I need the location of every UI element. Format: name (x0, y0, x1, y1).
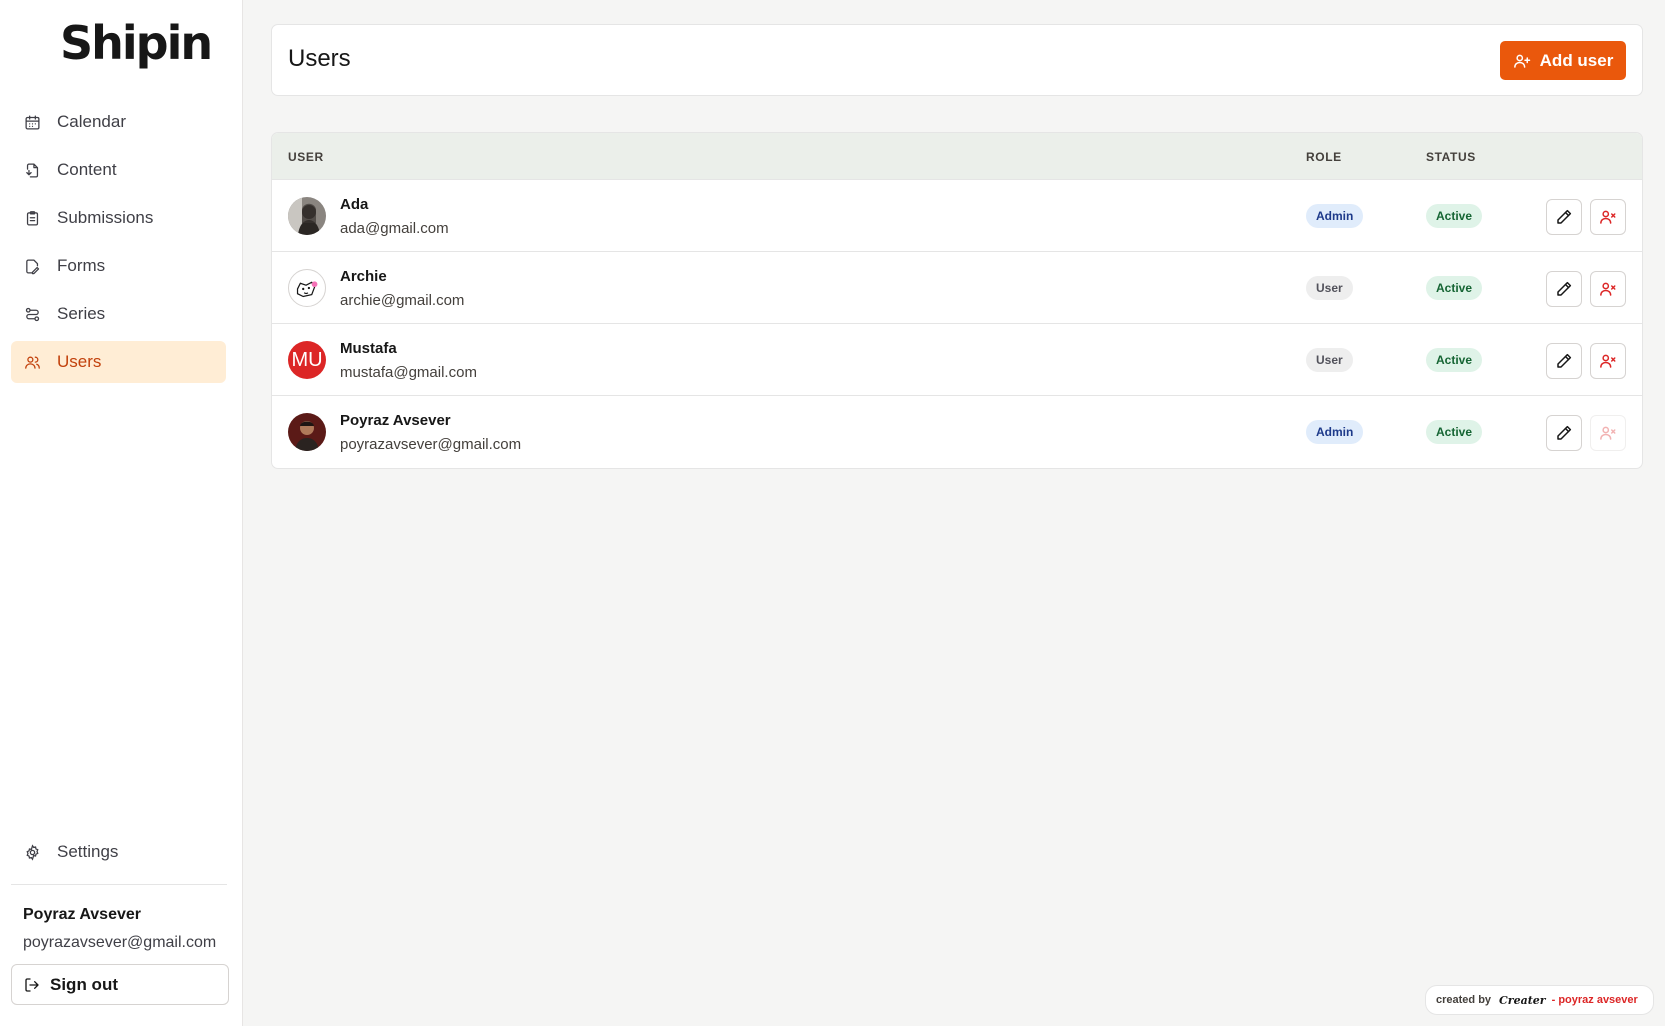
sidebar-item-submissions[interactable]: Submissions (11, 197, 226, 239)
logout-icon (24, 977, 40, 993)
divider (11, 884, 227, 885)
sidebar-item-calendar[interactable]: Calendar (11, 101, 226, 143)
user-email: mustafa@gmail.com (340, 364, 477, 381)
user-x-icon (1600, 354, 1616, 368)
profile-email: poyrazavsever@gmail.com (23, 934, 217, 951)
sidebar-nav: Calendar Content Submissions Forms Serie… (11, 101, 226, 389)
table-row: Archie archie@gmail.com User Active (272, 252, 1642, 324)
avatar (288, 197, 326, 235)
remove-user-button (1590, 415, 1626, 451)
avatar: MU (288, 341, 326, 379)
remove-user-button[interactable] (1590, 199, 1626, 235)
user-email: poyrazavsever@gmail.com (340, 436, 522, 453)
sidebar: Shipin Calendar Content Submissions Form… (0, 0, 243, 1026)
pencil-icon (1557, 353, 1572, 368)
pencil-icon (1557, 281, 1572, 296)
app-logo[interactable]: Shipin (60, 16, 213, 70)
user-name: Poyraz Avsever (340, 412, 451, 429)
table-row: Ada ada@gmail.com Admin Active (272, 180, 1642, 252)
sidebar-item-label: Content (57, 160, 117, 179)
clipboard-icon (23, 209, 41, 227)
status-badge: Active (1426, 348, 1483, 372)
column-header-user: USER (288, 150, 324, 164)
table-row: MU Mustafa mustafa@gmail.com User Active (272, 324, 1642, 396)
user-name: Ada (340, 196, 369, 213)
user-email: ada@gmail.com (340, 220, 449, 237)
sidebar-item-content[interactable]: Content (11, 149, 226, 191)
role-badge: User (1306, 276, 1353, 300)
page-title: Users (288, 45, 351, 72)
file-icon (23, 161, 41, 179)
sidebar-item-settings[interactable]: Settings (11, 831, 226, 873)
user-x-icon (1600, 210, 1616, 224)
status-badge: Active (1426, 276, 1483, 300)
column-header-role: ROLE (1306, 150, 1342, 164)
edit-user-button[interactable] (1546, 199, 1582, 235)
column-header-status: STATUS (1426, 150, 1476, 164)
table-header: USER ROLE STATUS (272, 133, 1642, 180)
role-badge: Admin (1306, 204, 1364, 228)
edit-user-button[interactable] (1546, 415, 1582, 451)
sidebar-item-label: Forms (57, 256, 106, 275)
sidebar-item-label: Settings (57, 842, 119, 861)
sidebar-item-label: Submissions (57, 208, 154, 227)
role-badge: Admin (1306, 420, 1364, 444)
avatar (288, 269, 326, 307)
users-icon (23, 353, 41, 371)
users-table: USER ROLE STATUS Ada ada@gmail.com Admin… (271, 132, 1643, 469)
user-name: Archie (340, 268, 387, 285)
creator-credit-badge[interactable]: created by Creater - poyraz avsever (1425, 985, 1654, 1015)
role-badge: User (1306, 348, 1353, 372)
pencil-icon (1557, 425, 1572, 440)
user-x-icon (1600, 426, 1616, 440)
avatar (288, 413, 326, 451)
user-plus-icon (1513, 52, 1531, 70)
sidebar-item-forms[interactable]: Forms (11, 245, 226, 287)
profile-name: Poyraz Avsever (23, 906, 141, 923)
add-user-button[interactable]: Add user (1500, 41, 1626, 80)
sidebar-item-label: Users (57, 352, 102, 371)
user-name: Mustafa (340, 340, 397, 357)
sign-out-label: Sign out (50, 974, 118, 994)
creator-logo: Creater (1499, 993, 1546, 1007)
sign-out-button[interactable]: Sign out (11, 964, 229, 1005)
user-x-icon (1600, 282, 1616, 296)
calendar-icon (23, 113, 41, 131)
status-badge: Active (1426, 420, 1483, 444)
remove-user-button[interactable] (1590, 271, 1626, 307)
add-user-label: Add user (1539, 50, 1614, 70)
series-icon (23, 305, 41, 323)
user-email: archie@gmail.com (340, 292, 465, 309)
credit-author: - poyraz avsever (1551, 994, 1638, 1006)
pencil-icon (1557, 209, 1572, 224)
edit-user-button[interactable] (1546, 271, 1582, 307)
sidebar-item-series[interactable]: Series (11, 293, 226, 335)
gear-icon (23, 843, 41, 861)
table-row: Poyraz Avsever poyrazavsever@gmail.com A… (272, 396, 1642, 468)
page-header: Users Add user (271, 24, 1643, 96)
credit-prefix: created by (1436, 994, 1492, 1006)
sidebar-item-label: Series (57, 304, 106, 323)
status-badge: Active (1426, 204, 1483, 228)
edit-user-button[interactable] (1546, 343, 1582, 379)
remove-user-button[interactable] (1590, 343, 1626, 379)
sidebar-item-label: Calendar (57, 112, 126, 131)
sidebar-item-users[interactable]: Users (11, 341, 226, 383)
form-edit-icon (23, 257, 41, 275)
